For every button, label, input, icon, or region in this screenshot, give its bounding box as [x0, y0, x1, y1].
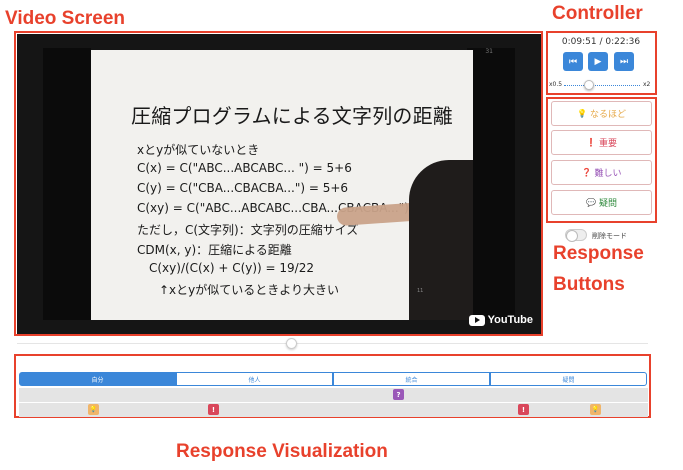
- rate-max-label: x2: [643, 81, 651, 88]
- video-player[interactable]: 圧縮プログラムによる文字列の距離 xとyが似ていないとき C(x) = C("A…: [17, 34, 541, 334]
- slide-line: C(x) = C("ABC...ABCABC... ") = 5+6: [137, 161, 352, 175]
- response-button-difficult[interactable]: ❓ 難しい: [551, 160, 652, 185]
- question-icon: ❓: [581, 168, 592, 177]
- skip-forward-icon: ⏭: [619, 56, 629, 67]
- slide-page-number: 11: [417, 288, 424, 294]
- lecturer-silhouette: [409, 160, 473, 320]
- youtube-play-icon: [468, 314, 485, 326]
- youtube-logo[interactable]: YouTube: [468, 314, 533, 326]
- playback-rate-knob[interactable]: [584, 80, 594, 90]
- response-buttons-annotation-line2: Buttons: [553, 274, 625, 295]
- slide-line: CDM(x, y)：圧縮による距離: [137, 243, 292, 257]
- lightbulb-marker[interactable]: 💡: [590, 404, 601, 415]
- play-button[interactable]: ▶: [588, 52, 608, 71]
- rate-min-label: x0.5: [549, 81, 563, 88]
- response-visualization-annotation: Response Visualization: [176, 441, 388, 462]
- tab-question[interactable]: 疑問: [490, 372, 647, 386]
- youtube-label: YouTube: [487, 314, 533, 326]
- video-corner-mark: 31: [485, 48, 493, 55]
- visualization-row-2: [19, 403, 648, 417]
- tab-integrated[interactable]: 統合: [333, 372, 490, 386]
- exclamation-marker[interactable]: !: [208, 404, 219, 415]
- response-button-important[interactable]: ❗ 重要: [551, 130, 652, 155]
- playback-rate-slider[interactable]: [564, 85, 640, 87]
- lightbulb-marker[interactable]: 💡: [88, 404, 99, 415]
- slide-line: xとyが似ていないとき: [137, 143, 260, 157]
- response-label: 疑問: [598, 199, 617, 209]
- slide-line: ただし，C(文字列)：文字列の圧縮サイズ: [137, 223, 359, 237]
- skip-forward-button[interactable]: ⏭: [614, 52, 634, 71]
- skip-back-icon: ⏮: [568, 56, 578, 67]
- response-button-question[interactable]: 💬 疑問: [551, 190, 652, 215]
- seek-bar[interactable]: [17, 343, 648, 344]
- lightbulb-icon: 💡: [577, 109, 587, 118]
- controller-annotation: Controller: [552, 3, 643, 24]
- lecture-slide: 圧縮プログラムによる文字列の距離 xとyが似ていないとき C(x) = C("A…: [91, 50, 473, 320]
- skip-back-button[interactable]: ⏮: [563, 52, 583, 71]
- exclamation-marker[interactable]: !: [518, 404, 529, 415]
- tab-others[interactable]: 他人: [176, 372, 333, 386]
- playback-time: 0:09:51 / 0:22:36: [561, 37, 641, 47]
- visualization-row-1: [19, 388, 648, 402]
- response-buttons-annotation-line1: Response: [553, 243, 644, 264]
- delete-mode-toggle[interactable]: [565, 229, 587, 242]
- question-marker[interactable]: ?: [393, 389, 404, 400]
- slide-title: 圧縮プログラムによる文字列の距離: [131, 104, 453, 128]
- video-screen-annotation: Video Screen: [5, 8, 126, 29]
- speech-bubble-icon: 💬: [586, 198, 596, 207]
- play-icon: ▶: [594, 56, 602, 67]
- tab-self[interactable]: 自分: [19, 372, 176, 386]
- response-label: なるほど: [589, 110, 626, 120]
- video-letterbox-left: [43, 48, 91, 320]
- response-label: 重要: [598, 139, 617, 149]
- delete-mode-label: 削除モード: [592, 232, 627, 240]
- response-button-naruhodo[interactable]: 💡 なるほど: [551, 101, 652, 126]
- seek-knob[interactable]: [286, 338, 297, 349]
- slide-line: ↑xとyが似ているときより大きい: [159, 283, 340, 297]
- slide-line: C(xy)/(C(x) + C(y)) = 19/22: [149, 261, 314, 275]
- exclamation-icon: ❗: [586, 138, 596, 147]
- slide-line: C(y) = C("CBA...CBACBA...") = 5+6: [137, 181, 349, 195]
- response-label: 難しい: [594, 169, 622, 179]
- video-letterbox-right: [467, 48, 515, 320]
